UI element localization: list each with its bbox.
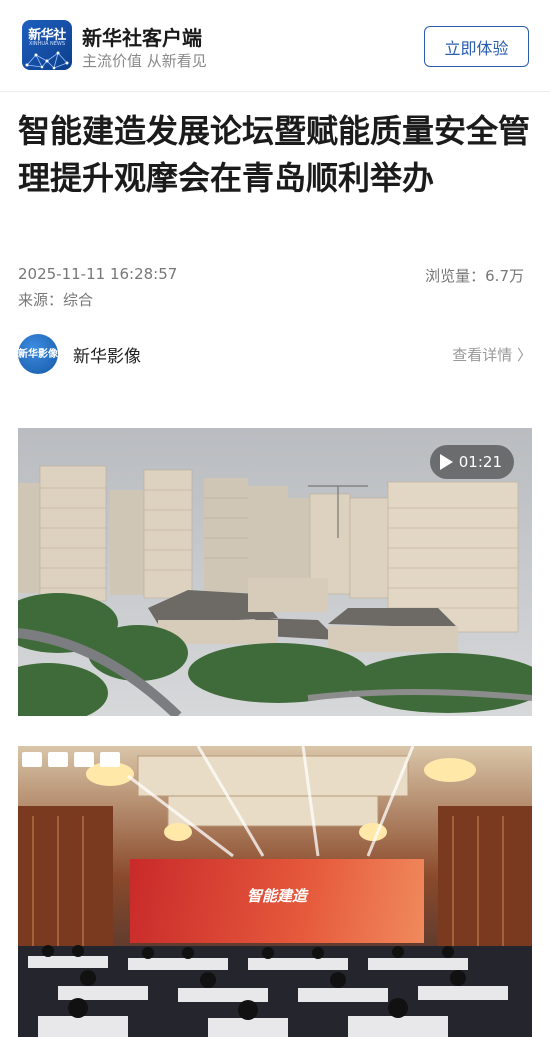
sponsor-logo-icon [100, 752, 120, 767]
view-count: 浏览量：6.7万 [425, 267, 524, 285]
avatar[interactable]: 新华影像 [18, 334, 58, 374]
author-name[interactable]: 新华影像 [73, 342, 141, 367]
video-duration: 01:21 [458, 453, 502, 471]
view-details-link[interactable]: 查看详情 〉 [452, 344, 532, 365]
banner-title: 智能建造 [246, 887, 307, 905]
app-name: 新华社客户端 [82, 26, 202, 50]
try-now-button[interactable]: 立即体验 [424, 26, 529, 67]
app-download-bar: 新华社 XINHUA NEWS 新华社客户端 主流价值 从新看见 立即体验 [0, 0, 550, 92]
forum-venue-photo[interactable]: 智能建造 [18, 746, 532, 1037]
article-source: 来源：综合 [18, 291, 94, 309]
sponsor-logos [22, 752, 120, 767]
sponsor-logo-icon [48, 752, 68, 767]
video-thumbnail[interactable]: 01:21 [18, 428, 532, 716]
sponsor-logo-icon [74, 752, 94, 767]
article-title: 智能建造发展论坛暨赋能质量安全管理提升观摩会在青岛顺利举办 [18, 112, 531, 197]
sponsor-logo-icon [22, 752, 42, 767]
publish-time: 2025-11-11 16:28:57 [18, 265, 178, 283]
logo-network-graphic [25, 51, 69, 70]
app-slogan: 主流价值 从新看见 [82, 52, 207, 70]
stage-banner: 智能建造 [130, 859, 424, 943]
video-duration-badge[interactable]: 01:21 [429, 445, 514, 479]
xinhua-logo-icon[interactable]: 新华社 XINHUA NEWS [22, 20, 72, 70]
play-icon [439, 454, 453, 470]
author-row[interactable]: 新华影像 新华影像 查看详情 〉 [18, 334, 532, 374]
